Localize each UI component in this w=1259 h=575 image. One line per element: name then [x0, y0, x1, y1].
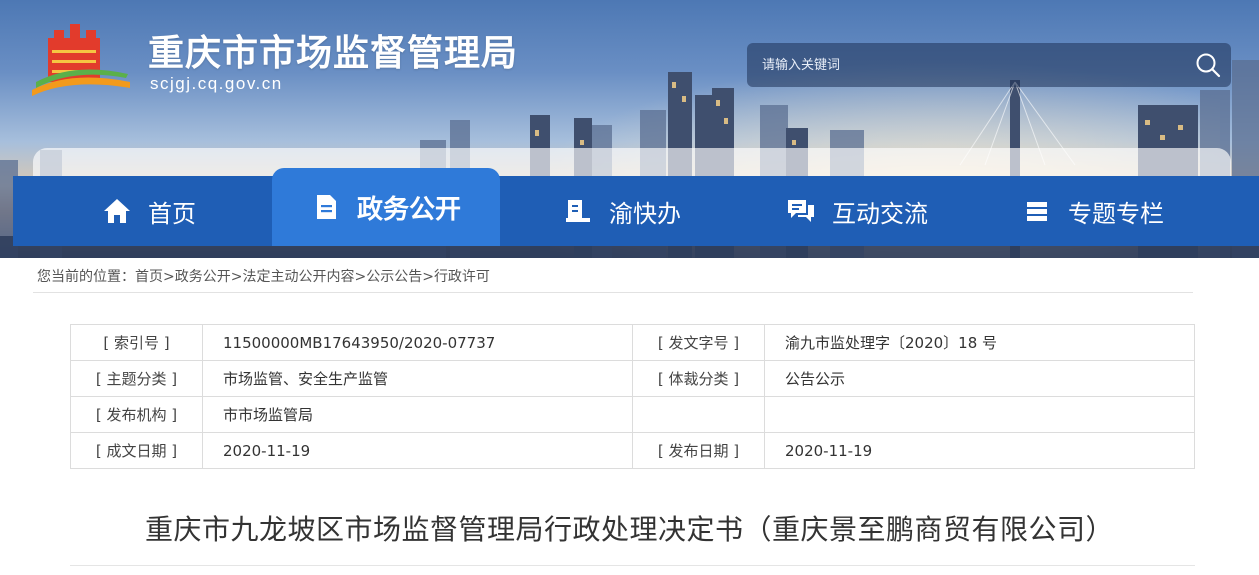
empty-label	[632, 396, 765, 433]
site-logo	[32, 24, 130, 96]
breadcrumb-link-statutory-disclosure[interactable]: 法定主动公开内容	[242, 269, 354, 285]
site-domain: scjgj.cq.gov.cn	[150, 74, 283, 93]
table-row: [ 主题分类 ] 市场监管、安全生产监管 [ 体裁分类 ] 公告公示	[70, 360, 1195, 397]
written-date-label: [ 成文日期 ]	[70, 432, 203, 469]
breadcrumb-link-government-affairs[interactable]: 政务公开	[175, 269, 231, 285]
table-row: [ 索引号 ] 11500000MB17643950/2020-07737 [ …	[70, 324, 1195, 361]
genre-category-value: 公告公示	[764, 360, 1195, 397]
document-number-value: 渝九市监处理字〔2020〕18 号	[764, 324, 1195, 361]
breadcrumb-separator: >	[163, 269, 175, 285]
issuing-agency-label: [ 发布机构 ]	[70, 396, 203, 433]
index-number-label: [ 索引号 ]	[70, 324, 203, 361]
title-divider	[70, 565, 1195, 566]
table-row: [ 成文日期 ] 2020-11-19 [ 发布日期 ] 2020-11-19	[70, 432, 1195, 469]
nav-item-yukuaiban[interactable]: 渝快办	[563, 176, 681, 246]
publish-date-label: [ 发布日期 ]	[632, 432, 765, 469]
empty-value	[764, 396, 1195, 433]
breadcrumb-divider	[33, 292, 1193, 293]
search-box	[747, 43, 1231, 87]
nav-item-label: 渝快办	[609, 199, 681, 228]
book-icon	[563, 196, 593, 226]
home-icon	[102, 196, 132, 226]
site-title: 重庆市市场监督管理局	[148, 33, 519, 74]
document-metadata-table: [ 索引号 ] 11500000MB17643950/2020-07737 [ …	[70, 324, 1195, 469]
nav-item-label: 互动交流	[832, 199, 928, 228]
stack-icon	[1022, 196, 1052, 226]
subject-category-label: [ 主题分类 ]	[70, 360, 203, 397]
nav-item-label: 专题专栏	[1068, 199, 1164, 228]
search-button[interactable]	[1185, 43, 1231, 87]
nav-item-home[interactable]: 首页	[102, 176, 196, 246]
breadcrumb-separator: >	[230, 269, 243, 285]
written-date-value: 2020-11-19	[202, 432, 633, 469]
breadcrumb-separator: >	[422, 269, 434, 285]
nav-item-special-topics[interactable]: 专题专栏	[1022, 176, 1164, 246]
breadcrumb-prefix: 您当前的位置：	[37, 269, 135, 285]
issuing-agency-value: 市市场监管局	[202, 396, 633, 433]
chat-icon	[786, 196, 816, 226]
table-row: [ 发布机构 ] 市市场监管局	[70, 396, 1195, 433]
document-icon	[311, 192, 341, 222]
breadcrumb-separator: >	[354, 269, 367, 285]
nav-item-government-affairs[interactable]: 政务公开	[272, 168, 500, 246]
document-title: 重庆市九龙坡区市场监督管理局行政处理决定书（重庆景至鹏商贸有限公司）	[144, 513, 1114, 546]
publish-date-value: 2020-11-19	[764, 432, 1195, 469]
index-number-value: 11500000MB17643950/2020-07737	[202, 324, 633, 361]
document-number-label: [ 发文字号 ]	[632, 324, 765, 361]
subject-category-value: 市场监管、安全生产监管	[202, 360, 633, 397]
search-icon	[1196, 53, 1221, 78]
breadcrumb-link-administrative-license[interactable]: 行政许可	[434, 269, 490, 285]
breadcrumb-link-announcements[interactable]: 公示公告	[366, 269, 422, 285]
nav-item-interaction[interactable]: 互动交流	[786, 176, 928, 246]
breadcrumb-link-home[interactable]: 首页	[135, 269, 163, 285]
breadcrumb: 您当前的位置：首页>政务公开>法定主动公开内容>公示公告>行政许可	[37, 266, 490, 286]
nav-item-label: 首页	[148, 199, 196, 228]
search-input[interactable]	[747, 43, 1185, 87]
nav-item-label: 政务公开	[356, 194, 461, 225]
genre-category-label: [ 体裁分类 ]	[632, 360, 765, 397]
